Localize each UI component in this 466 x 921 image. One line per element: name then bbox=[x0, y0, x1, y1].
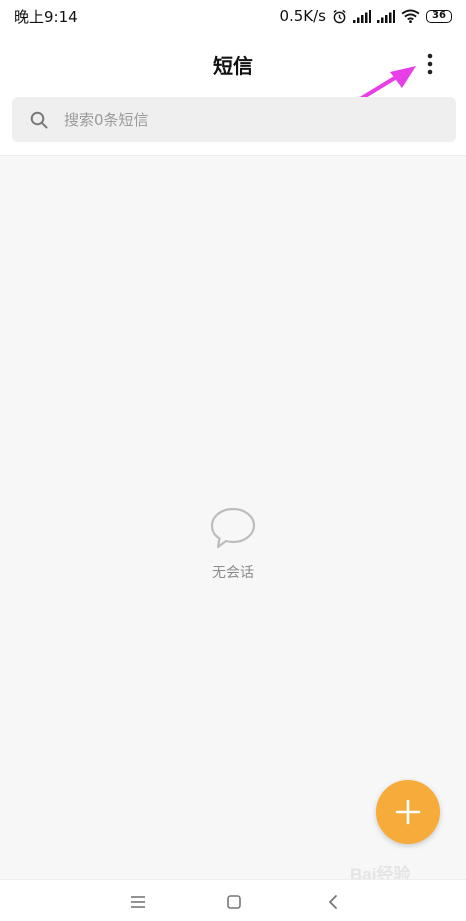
plus-icon bbox=[395, 799, 421, 825]
status-time: 晚上9:14 bbox=[14, 7, 78, 26]
search-bar[interactable] bbox=[12, 97, 456, 142]
system-navigation-bar bbox=[0, 879, 466, 921]
home-square-icon bbox=[227, 895, 241, 909]
network-speed: 0.5K/s bbox=[279, 7, 326, 25]
more-options-button[interactable] bbox=[418, 48, 442, 80]
chat-bubble-icon bbox=[210, 507, 256, 549]
page-title: 短信 bbox=[213, 54, 253, 78]
wifi-icon bbox=[401, 9, 420, 23]
signal-icon bbox=[353, 9, 371, 23]
back-button[interactable] bbox=[321, 890, 345, 914]
alarm-icon bbox=[332, 9, 347, 24]
conversation-list: 无会话 bbox=[0, 155, 466, 880]
empty-state-text: 无会话 bbox=[212, 565, 254, 581]
battery-icon: 36 bbox=[426, 9, 452, 23]
signal-icon-2 bbox=[377, 9, 395, 23]
home-button[interactable] bbox=[222, 890, 246, 914]
menu-button[interactable] bbox=[126, 890, 150, 914]
more-vertical-icon bbox=[427, 53, 433, 75]
messages-screen: 晚上9:14 0.5K/s 36 短信 搜索0条短信 无会话 Bai经验 bbox=[0, 0, 466, 921]
app-header: 短信 bbox=[0, 32, 466, 94]
status-icons: 0.5K/s 36 bbox=[279, 7, 452, 25]
menu-icon bbox=[131, 896, 145, 908]
new-message-button[interactable] bbox=[376, 780, 440, 844]
empty-state: 无会话 bbox=[0, 506, 466, 582]
search-input[interactable] bbox=[62, 109, 426, 130]
search-icon bbox=[30, 111, 48, 128]
status-bar: 晚上9:14 0.5K/s 36 bbox=[0, 0, 466, 32]
back-chevron-icon bbox=[329, 895, 337, 909]
